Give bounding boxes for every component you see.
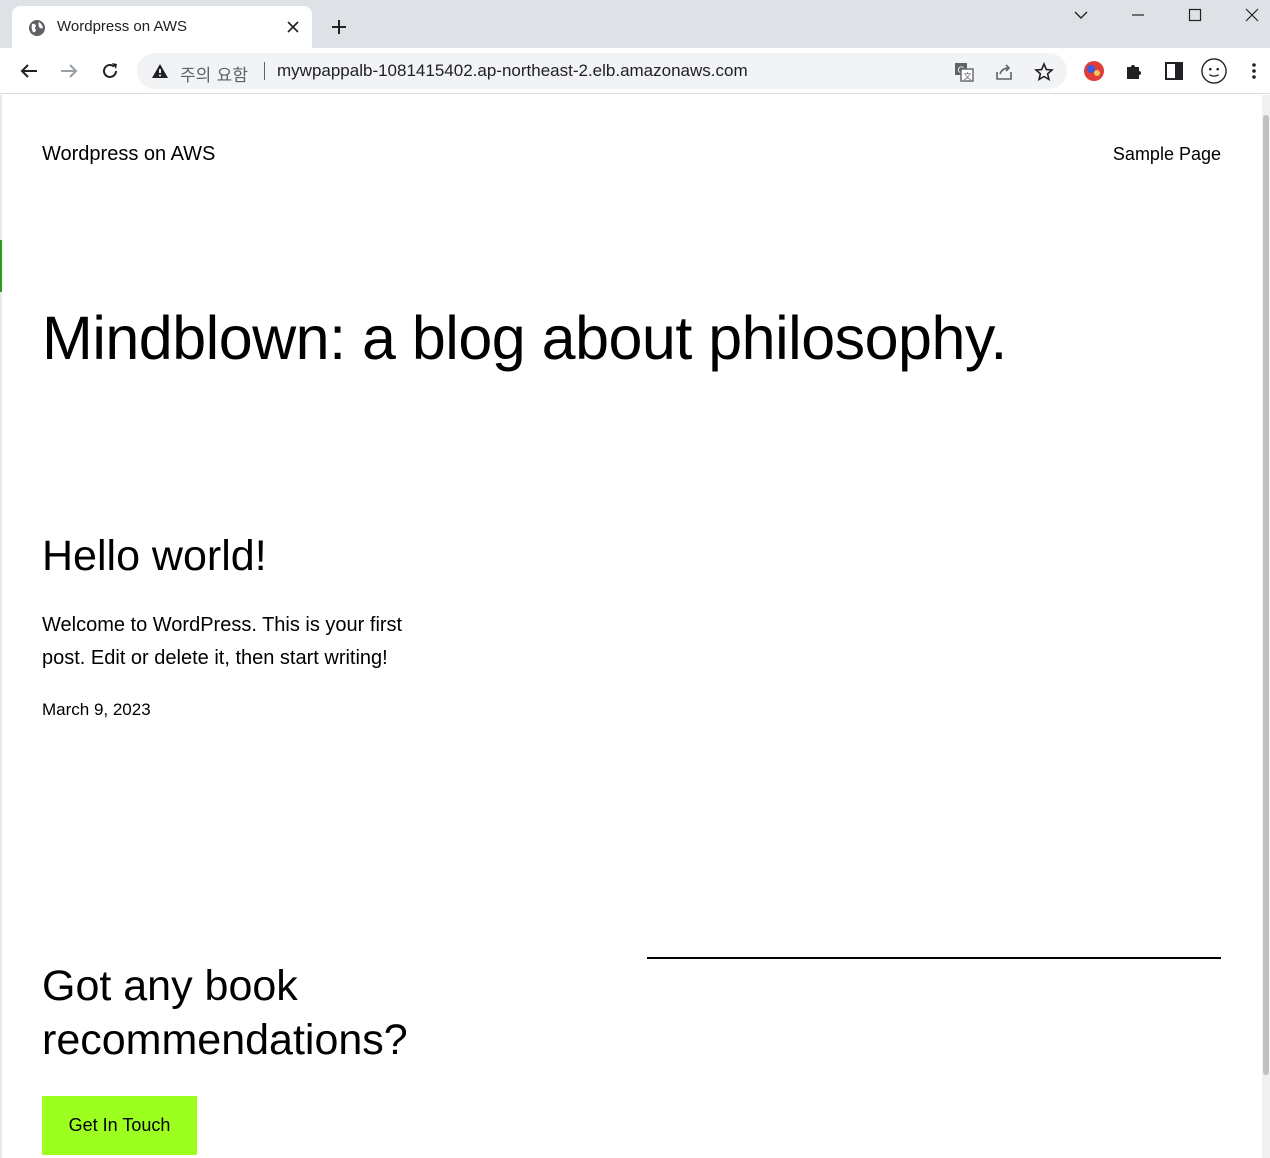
browser-toolbar: 주의 요함 mywpappalb-1081415402.ap-northeast… xyxy=(0,48,1270,94)
extension-avatar-icon[interactable] xyxy=(1081,58,1107,84)
maximize-icon[interactable] xyxy=(1167,0,1223,30)
profile-avatar-icon[interactable] xyxy=(1201,58,1227,84)
puzzle-extensions-icon[interactable] xyxy=(1121,58,1147,84)
share-icon[interactable] xyxy=(993,61,1015,83)
window-left-accent xyxy=(0,240,2,292)
globe-icon xyxy=(29,20,45,36)
address-bar[interactable]: 주의 요함 mywpappalb-1081415402.ap-northeast… xyxy=(137,53,1067,89)
close-window-icon[interactable] xyxy=(1224,0,1270,30)
post-excerpt: Welcome to WordPress. This is your first… xyxy=(42,614,403,669)
close-tab-icon[interactable] xyxy=(282,16,304,38)
hero-title: Mindblown: a blog about philosophy. xyxy=(42,304,1007,372)
separator-line xyxy=(647,957,1221,959)
page-viewport: Wordpress on AWS Sample Page Mindblown: … xyxy=(0,95,1262,1158)
get-in-touch-button[interactable]: Get In Touch xyxy=(42,1096,197,1155)
translate-icon[interactable]: G文 xyxy=(953,61,975,83)
kebab-menu-icon[interactable] xyxy=(1241,58,1267,84)
url-text[interactable]: mywpappalb-1081415402.ap-northeast-2.elb… xyxy=(277,61,748,81)
minimize-icon[interactable] xyxy=(1110,0,1166,30)
post-title-link[interactable]: Hello world! xyxy=(42,531,267,583)
forward-arrow-icon[interactable] xyxy=(54,56,84,86)
new-tab-button[interactable] xyxy=(326,14,352,40)
back-arrow-icon[interactable] xyxy=(14,56,44,86)
nav-link-sample-page[interactable]: Sample Page xyxy=(1113,144,1221,165)
tab-search-icon[interactable] xyxy=(1053,0,1109,30)
star-bookmark-icon[interactable] xyxy=(1033,61,1055,83)
reload-icon[interactable] xyxy=(95,56,125,86)
scrollbar-thumb[interactable] xyxy=(1263,115,1269,1075)
svg-text:文: 文 xyxy=(964,71,972,81)
site-title-link[interactable]: Wordpress on AWS xyxy=(42,143,215,166)
omnibox-separator xyxy=(264,62,265,80)
post-date: March 9, 2023 xyxy=(42,700,151,719)
tab-title: Wordpress on AWS xyxy=(57,18,188,35)
side-panel-icon[interactable] xyxy=(1161,58,1187,84)
warning-icon[interactable] xyxy=(151,63,169,79)
security-status-label[interactable]: 주의 요함 xyxy=(180,61,248,86)
browser-tab[interactable]: Wordpress on AWS xyxy=(12,6,312,48)
tab-strip: Wordpress on AWS xyxy=(0,0,1270,48)
cta-heading: Got any book recommendations? xyxy=(42,962,408,1064)
